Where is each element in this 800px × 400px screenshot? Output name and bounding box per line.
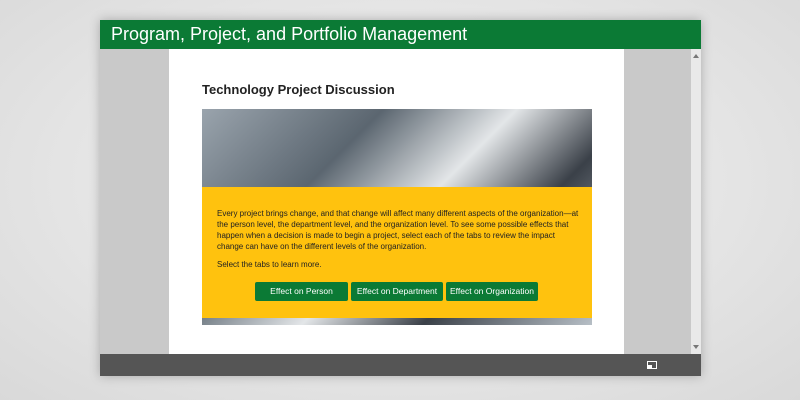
window-title: Program, Project, and Portfolio Manageme… bbox=[111, 24, 468, 44]
fullscreen-icon[interactable] bbox=[647, 361, 657, 369]
tab-effect-on-organization[interactable]: Effect on Organization bbox=[446, 282, 538, 301]
scroll-down-icon[interactable] bbox=[693, 345, 699, 349]
scroll-up-icon[interactable] bbox=[693, 54, 699, 58]
content-card: Every project brings change, and that ch… bbox=[202, 109, 592, 325]
info-panel: Every project brings change, and that ch… bbox=[202, 187, 592, 318]
tab-effect-on-department[interactable]: Effect on Department bbox=[351, 282, 443, 301]
page-heading: Technology Project Discussion bbox=[202, 82, 395, 97]
course-window: Program, Project, and Portfolio Manageme… bbox=[100, 20, 701, 376]
vertical-scrollbar[interactable] bbox=[691, 49, 701, 354]
intro-paragraph: Every project brings change, and that ch… bbox=[217, 209, 579, 251]
content-page: Technology Project Discussion Every proj… bbox=[169, 49, 624, 354]
bottom-toolbar bbox=[100, 354, 701, 376]
title-bar: Program, Project, and Portfolio Manageme… bbox=[100, 20, 701, 49]
tab-effect-on-person[interactable]: Effect on Person bbox=[255, 282, 348, 301]
instruction-text: Select the tabs to learn more. bbox=[217, 260, 322, 269]
